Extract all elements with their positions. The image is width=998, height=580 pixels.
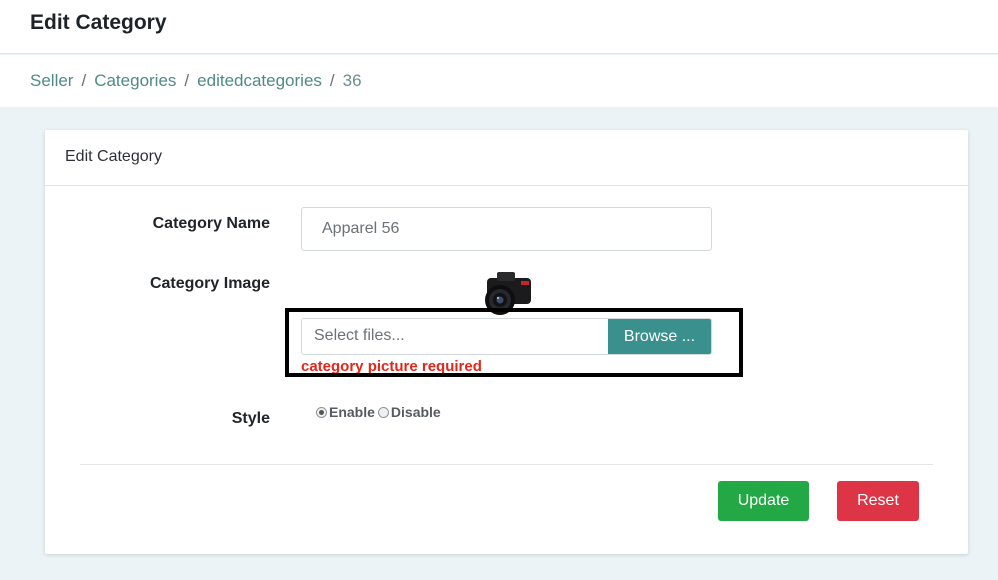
file-picker: Select files... Browse ... [301, 318, 712, 355]
category-image-label: Category Image [149, 275, 270, 292]
style-radio-group: Enable Disable [316, 404, 444, 420]
breadcrumb-separator: / [184, 71, 190, 90]
breadcrumb-id: 36 [342, 71, 362, 90]
disable-radio[interactable] [377, 406, 389, 418]
breadcrumb: Seller / Categories / editedcategories /… [30, 71, 362, 91]
edit-category-card: Edit Category Category Name Category Ima… [45, 130, 968, 554]
breadcrumb-editedcategories[interactable]: editedcategories [197, 71, 322, 91]
form-divider [80, 464, 933, 465]
card-title: Edit Category [45, 130, 968, 186]
enable-radio[interactable] [316, 406, 327, 418]
reset-button[interactable]: Reset [837, 481, 919, 521]
browse-button[interactable]: Browse ... [608, 319, 711, 354]
style-label: Style [231, 410, 270, 427]
breadcrumb-separator: / [81, 71, 87, 90]
page-header: Edit Category [0, 0, 998, 54]
page-title: Edit Category [30, 11, 167, 34]
category-name-label: Category Name [152, 215, 270, 232]
breadcrumb-bar: Seller / Categories / editedcategories /… [0, 55, 998, 107]
image-error-message: category picture required [301, 358, 482, 375]
breadcrumb-seller[interactable]: Seller [30, 71, 73, 91]
disable-label[interactable]: Disable [391, 404, 441, 420]
update-button[interactable]: Update [718, 481, 809, 521]
enable-label[interactable]: Enable [329, 404, 375, 420]
camera-icon [485, 272, 531, 315]
file-select-input[interactable]: Select files... [302, 319, 608, 354]
breadcrumb-separator: / [329, 71, 335, 90]
category-name-input[interactable] [301, 207, 712, 251]
breadcrumb-categories[interactable]: Categories [94, 71, 176, 91]
